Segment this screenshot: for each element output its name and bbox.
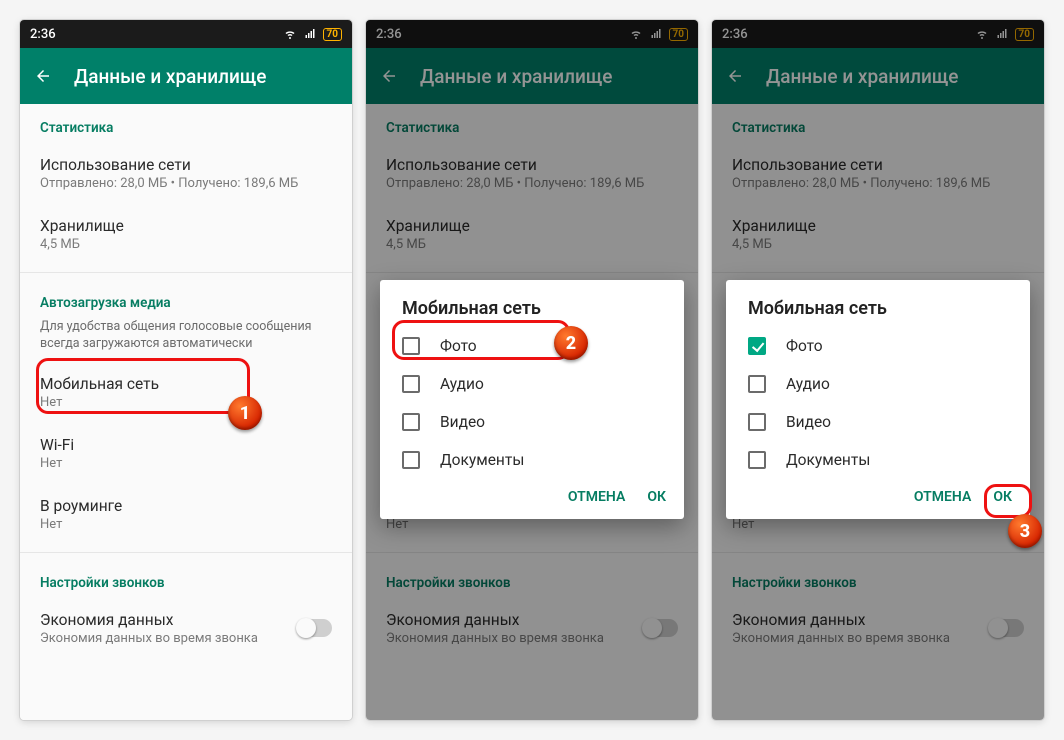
option-documents[interactable]: Документы bbox=[726, 441, 1030, 479]
clock: 2:36 bbox=[722, 27, 748, 42]
appbar-title: Данные и хранилище bbox=[766, 65, 959, 88]
divider bbox=[20, 552, 352, 553]
cancel-button[interactable]: ОТМЕНА bbox=[914, 489, 971, 505]
phone-screen-1: 2:36 70 Данные и хранилище Статистика Ис… bbox=[20, 20, 352, 720]
appbar-title: Данные и хранилище bbox=[420, 65, 613, 88]
ok-button[interactable]: ОК bbox=[993, 489, 1012, 505]
signal-icon bbox=[649, 28, 663, 40]
mobile-network-dialog: Мобильная сеть Фото Аудио Видео Документ… bbox=[726, 280, 1030, 519]
clock: 2:36 bbox=[376, 27, 402, 42]
status-bar: 2:36 70 bbox=[366, 20, 698, 48]
option-photo[interactable]: Фото bbox=[726, 327, 1030, 365]
app-bar: Данные и хранилище bbox=[20, 48, 352, 104]
appbar-title: Данные и хранилище bbox=[74, 65, 267, 88]
option-audio[interactable]: Аудио bbox=[726, 365, 1030, 403]
option-photo[interactable]: Фото bbox=[380, 327, 684, 365]
battery-icon: 70 bbox=[669, 28, 688, 41]
checkbox-unchecked-icon[interactable] bbox=[402, 337, 420, 355]
checkbox-unchecked-icon[interactable] bbox=[748, 451, 766, 469]
ok-button[interactable]: ОК bbox=[647, 489, 666, 505]
battery-icon: 70 bbox=[1015, 28, 1034, 41]
option-video[interactable]: Видео bbox=[726, 403, 1030, 441]
data-saver-switch[interactable] bbox=[298, 619, 332, 637]
item-data-saver[interactable]: Экономия данных Экономия данных во время… bbox=[20, 599, 352, 658]
mobile-network-dialog: Мобильная сеть Фото Аудио Видео Документ… bbox=[380, 280, 684, 519]
dialog-title: Мобильная сеть bbox=[726, 298, 1030, 327]
wifi-icon bbox=[629, 28, 643, 40]
section-header-calls: Настройки звонков bbox=[20, 559, 352, 599]
section-header-stats: Статистика bbox=[20, 104, 352, 144]
back-icon[interactable] bbox=[380, 67, 398, 85]
status-bar: 2:36 70 bbox=[712, 20, 1044, 48]
item-mobile-network[interactable]: Мобильная сеть Нет bbox=[20, 363, 352, 424]
wifi-icon bbox=[283, 28, 297, 40]
checkbox-unchecked-icon[interactable] bbox=[748, 375, 766, 393]
app-bar: Данные и хранилище bbox=[366, 48, 698, 104]
signal-icon bbox=[995, 28, 1009, 40]
section-sub-autodl: Для удобства общения голосовые сообщения… bbox=[20, 319, 352, 363]
cancel-button[interactable]: ОТМЕНА bbox=[568, 489, 625, 505]
clock: 2:36 bbox=[30, 27, 56, 42]
item-wifi[interactable]: Wi-Fi Нет bbox=[20, 424, 352, 485]
divider bbox=[20, 272, 352, 273]
wifi-icon bbox=[975, 28, 989, 40]
option-audio[interactable]: Аудио bbox=[380, 365, 684, 403]
phone-screen-2: 2:36 70 Данные и хранилище Статистика Ис… bbox=[366, 20, 698, 720]
checkbox-unchecked-icon[interactable] bbox=[402, 451, 420, 469]
settings-content: Статистика Использование сети Отправлено… bbox=[20, 104, 352, 720]
item-roaming[interactable]: В роуминге Нет bbox=[20, 485, 352, 546]
checkbox-unchecked-icon[interactable] bbox=[402, 413, 420, 431]
status-bar: 2:36 70 bbox=[20, 20, 352, 48]
app-bar: Данные и хранилище bbox=[712, 48, 1044, 104]
battery-icon: 70 bbox=[323, 28, 342, 41]
dialog-title: Мобильная сеть bbox=[380, 298, 684, 327]
checkbox-checked-icon[interactable] bbox=[748, 337, 766, 355]
back-icon[interactable] bbox=[726, 67, 744, 85]
option-documents[interactable]: Документы bbox=[380, 441, 684, 479]
back-icon[interactable] bbox=[34, 67, 52, 85]
section-header-autodl: Автозагрузка медиа bbox=[20, 279, 352, 319]
checkbox-unchecked-icon[interactable] bbox=[748, 413, 766, 431]
checkbox-unchecked-icon[interactable] bbox=[402, 375, 420, 393]
signal-icon bbox=[303, 28, 317, 40]
item-network-usage[interactable]: Использование сети Отправлено: 28,0 МБ •… bbox=[20, 144, 352, 205]
phone-screen-3: 2:36 70 Данные и хранилище Статистика Ис… bbox=[712, 20, 1044, 720]
item-storage[interactable]: Хранилище 4,5 МБ bbox=[20, 205, 352, 266]
option-video[interactable]: Видео bbox=[380, 403, 684, 441]
